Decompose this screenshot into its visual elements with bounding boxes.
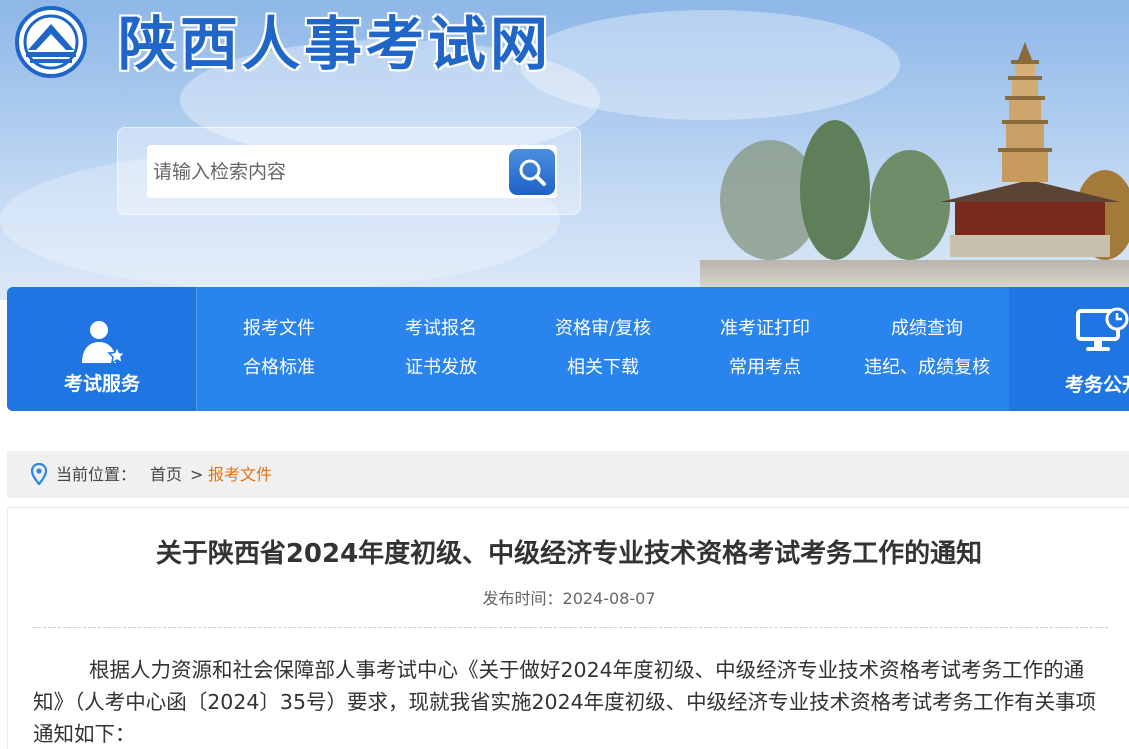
pagoda-scenery-image (700, 42, 1129, 300)
nav-link-test-centers[interactable]: 常用考点 (729, 356, 801, 380)
exam-service-section[interactable]: 考试服务 (7, 287, 197, 411)
article-date: 发布时间：2024-08-07 (8, 588, 1129, 610)
site-title[interactable]: 陕西人事考试网 (118, 4, 552, 84)
location-pin-icon (31, 463, 47, 485)
main-nav: 考试服务 报考文件 考试报名 资格审/复核 准考证打印 成绩查询 合格标准 证书… (7, 287, 1129, 411)
monitor-clock-icon (1076, 307, 1129, 351)
exam-service-label: 考试服务 (63, 373, 140, 395)
breadcrumb-separator: > (190, 465, 204, 484)
nav-link-admission-ticket[interactable]: 准考证打印 (720, 317, 810, 341)
exam-affairs-section[interactable]: 考务公开 (1009, 287, 1129, 411)
search-input[interactable] (147, 145, 502, 198)
nav-link-qualification-review[interactable]: 资格审/复核 (555, 317, 651, 341)
nav-link-downloads[interactable]: 相关下载 (567, 356, 639, 380)
nav-link-score-query[interactable]: 成绩查询 (891, 317, 963, 341)
breadcrumb: 当前位置： 首页 > 报考文件 (7, 451, 1129, 498)
search-icon (519, 159, 546, 186)
article-title: 关于陕西省2024年度初级、中级经济专业技术资格考试考务工作的通知 (155, 539, 983, 569)
breadcrumb-current-link[interactable]: 报考文件 (208, 464, 272, 486)
date-value: 2024-08-07 (562, 589, 656, 608)
search-panel (117, 127, 581, 215)
search-button[interactable] (509, 149, 555, 195)
breadcrumb-home-link[interactable]: 首页 (150, 464, 182, 486)
search-field-wrap (147, 145, 557, 198)
nav-link-violation-review[interactable]: 违纪、成绩复核 (864, 356, 990, 380)
nav-link-pass-standard[interactable]: 合格标准 (243, 356, 315, 380)
nav-link-certificate-issue[interactable]: 证书发放 (405, 356, 477, 380)
article-paragraph: 根据人力资源和社会保障部人事考试中心《关于做好2024年度初级、中级经济专业技术… (33, 658, 1097, 746)
header-banner: 陕西人事考试网 (0, 0, 1129, 300)
breadcrumb-prefix: 当前位置： (56, 465, 137, 484)
article-panel: 关于陕西省2024年度初级、中级经济专业技术资格考试考务工作的通知 发布时间：2… (7, 507, 1129, 749)
site-logo-icon[interactable] (8, 6, 94, 78)
nav-link-application-docs[interactable]: 报考文件 (243, 317, 315, 341)
user-star-icon (82, 321, 127, 365)
article-divider (33, 627, 1108, 628)
exam-affairs-label: 考务公开 (1065, 374, 1129, 396)
date-label: 发布时间： (482, 589, 563, 608)
nav-link-registration[interactable]: 考试报名 (405, 317, 477, 341)
